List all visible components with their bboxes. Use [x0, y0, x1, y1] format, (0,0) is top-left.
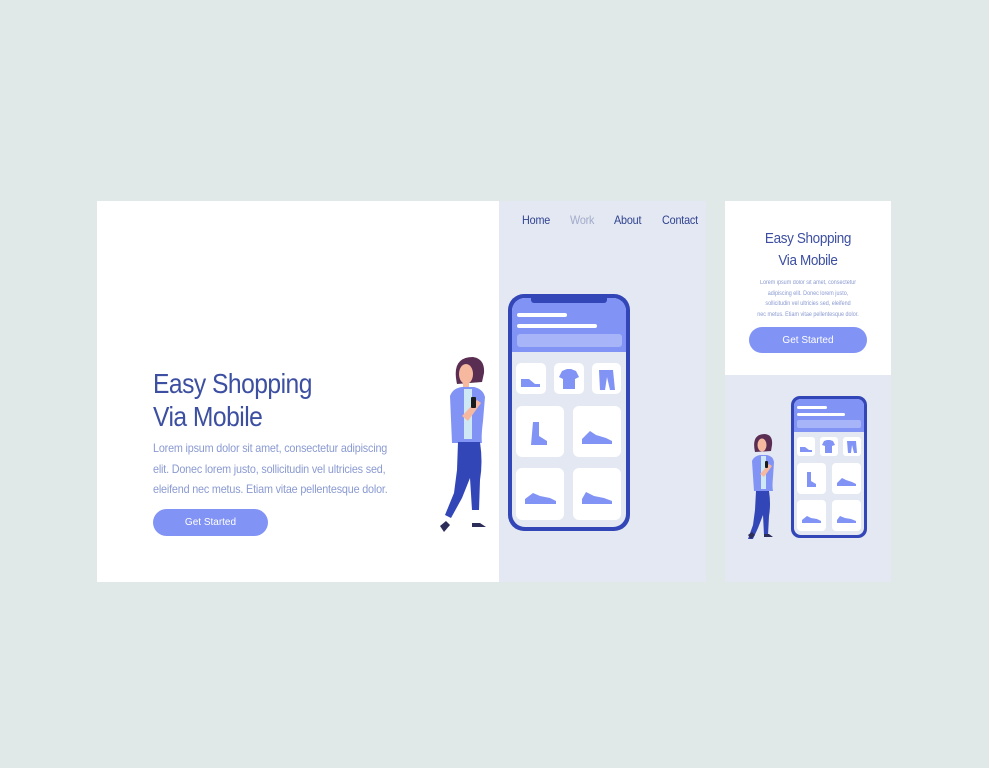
top-nav: Home Work About Contact — [522, 213, 702, 227]
hero-title-line-2: Via Mobile — [153, 401, 263, 432]
hero-description-line: Lorem ipsum dolor sit amet, consectetur … — [153, 441, 388, 455]
hero-description: Lorem ipsum dolor sit amet, consectetur … — [153, 438, 388, 500]
mobile-description-line: nec metus. Etiam vitae pellentesque dolo… — [757, 311, 859, 318]
mobile-hero-title: Easy Shopping Via Mobile — [725, 228, 891, 272]
nav-work[interactable]: Work — [570, 213, 594, 227]
hero-title: Easy Shopping Via Mobile — [153, 367, 364, 433]
hero-description-line: eleifend nec metus. Etiam vitae pellente… — [153, 482, 388, 496]
mobile-hero-description: Lorem ipsum dolor sit amet, consectetur … — [733, 278, 882, 320]
nav-about[interactable]: About — [614, 213, 642, 227]
mobile-hero-title-line-2: Via Mobile — [778, 252, 838, 269]
mobile-description-line: adipiscing elit. Donec lorem justo, — [767, 290, 849, 297]
mobile-hero-title-line-1: Easy Shopping — [764, 230, 852, 247]
woman-shopper-icon — [748, 434, 774, 539]
hero-title-line-1: Easy Shopping — [153, 368, 312, 399]
mobile-description-line: Lorem ipsum dolor sit amet, consectetur — [759, 280, 857, 286]
hero-description-line: elit. Donec lorem justo, sollicitudin ve… — [153, 461, 386, 476]
mobile-landing-mockup: Easy Shopping Via Mobile Lorem ipsum dol… — [725, 201, 891, 582]
mobile-description-line: sollicitudin vel ultricies sed, eleifend — [765, 301, 851, 307]
mobile-shopping-illustration — [748, 396, 867, 539]
smartphone-icon — [508, 294, 630, 531]
desktop-landing-mockup: Home Work About Contact Easy Shopping Vi… — [97, 201, 706, 582]
get-started-button[interactable]: Get Started — [153, 508, 268, 536]
mobile-get-started-button[interactable]: Get Started — [749, 327, 867, 353]
smartphone-icon — [791, 396, 867, 538]
woman-shopper-icon — [440, 357, 486, 532]
shopping-illustration — [440, 294, 630, 532]
hero-section: Easy Shopping Via Mobile Lorem ipsum dol… — [153, 367, 393, 536]
nav-contact[interactable]: Contact — [662, 213, 698, 227]
nav-home[interactable]: Home — [522, 213, 550, 227]
